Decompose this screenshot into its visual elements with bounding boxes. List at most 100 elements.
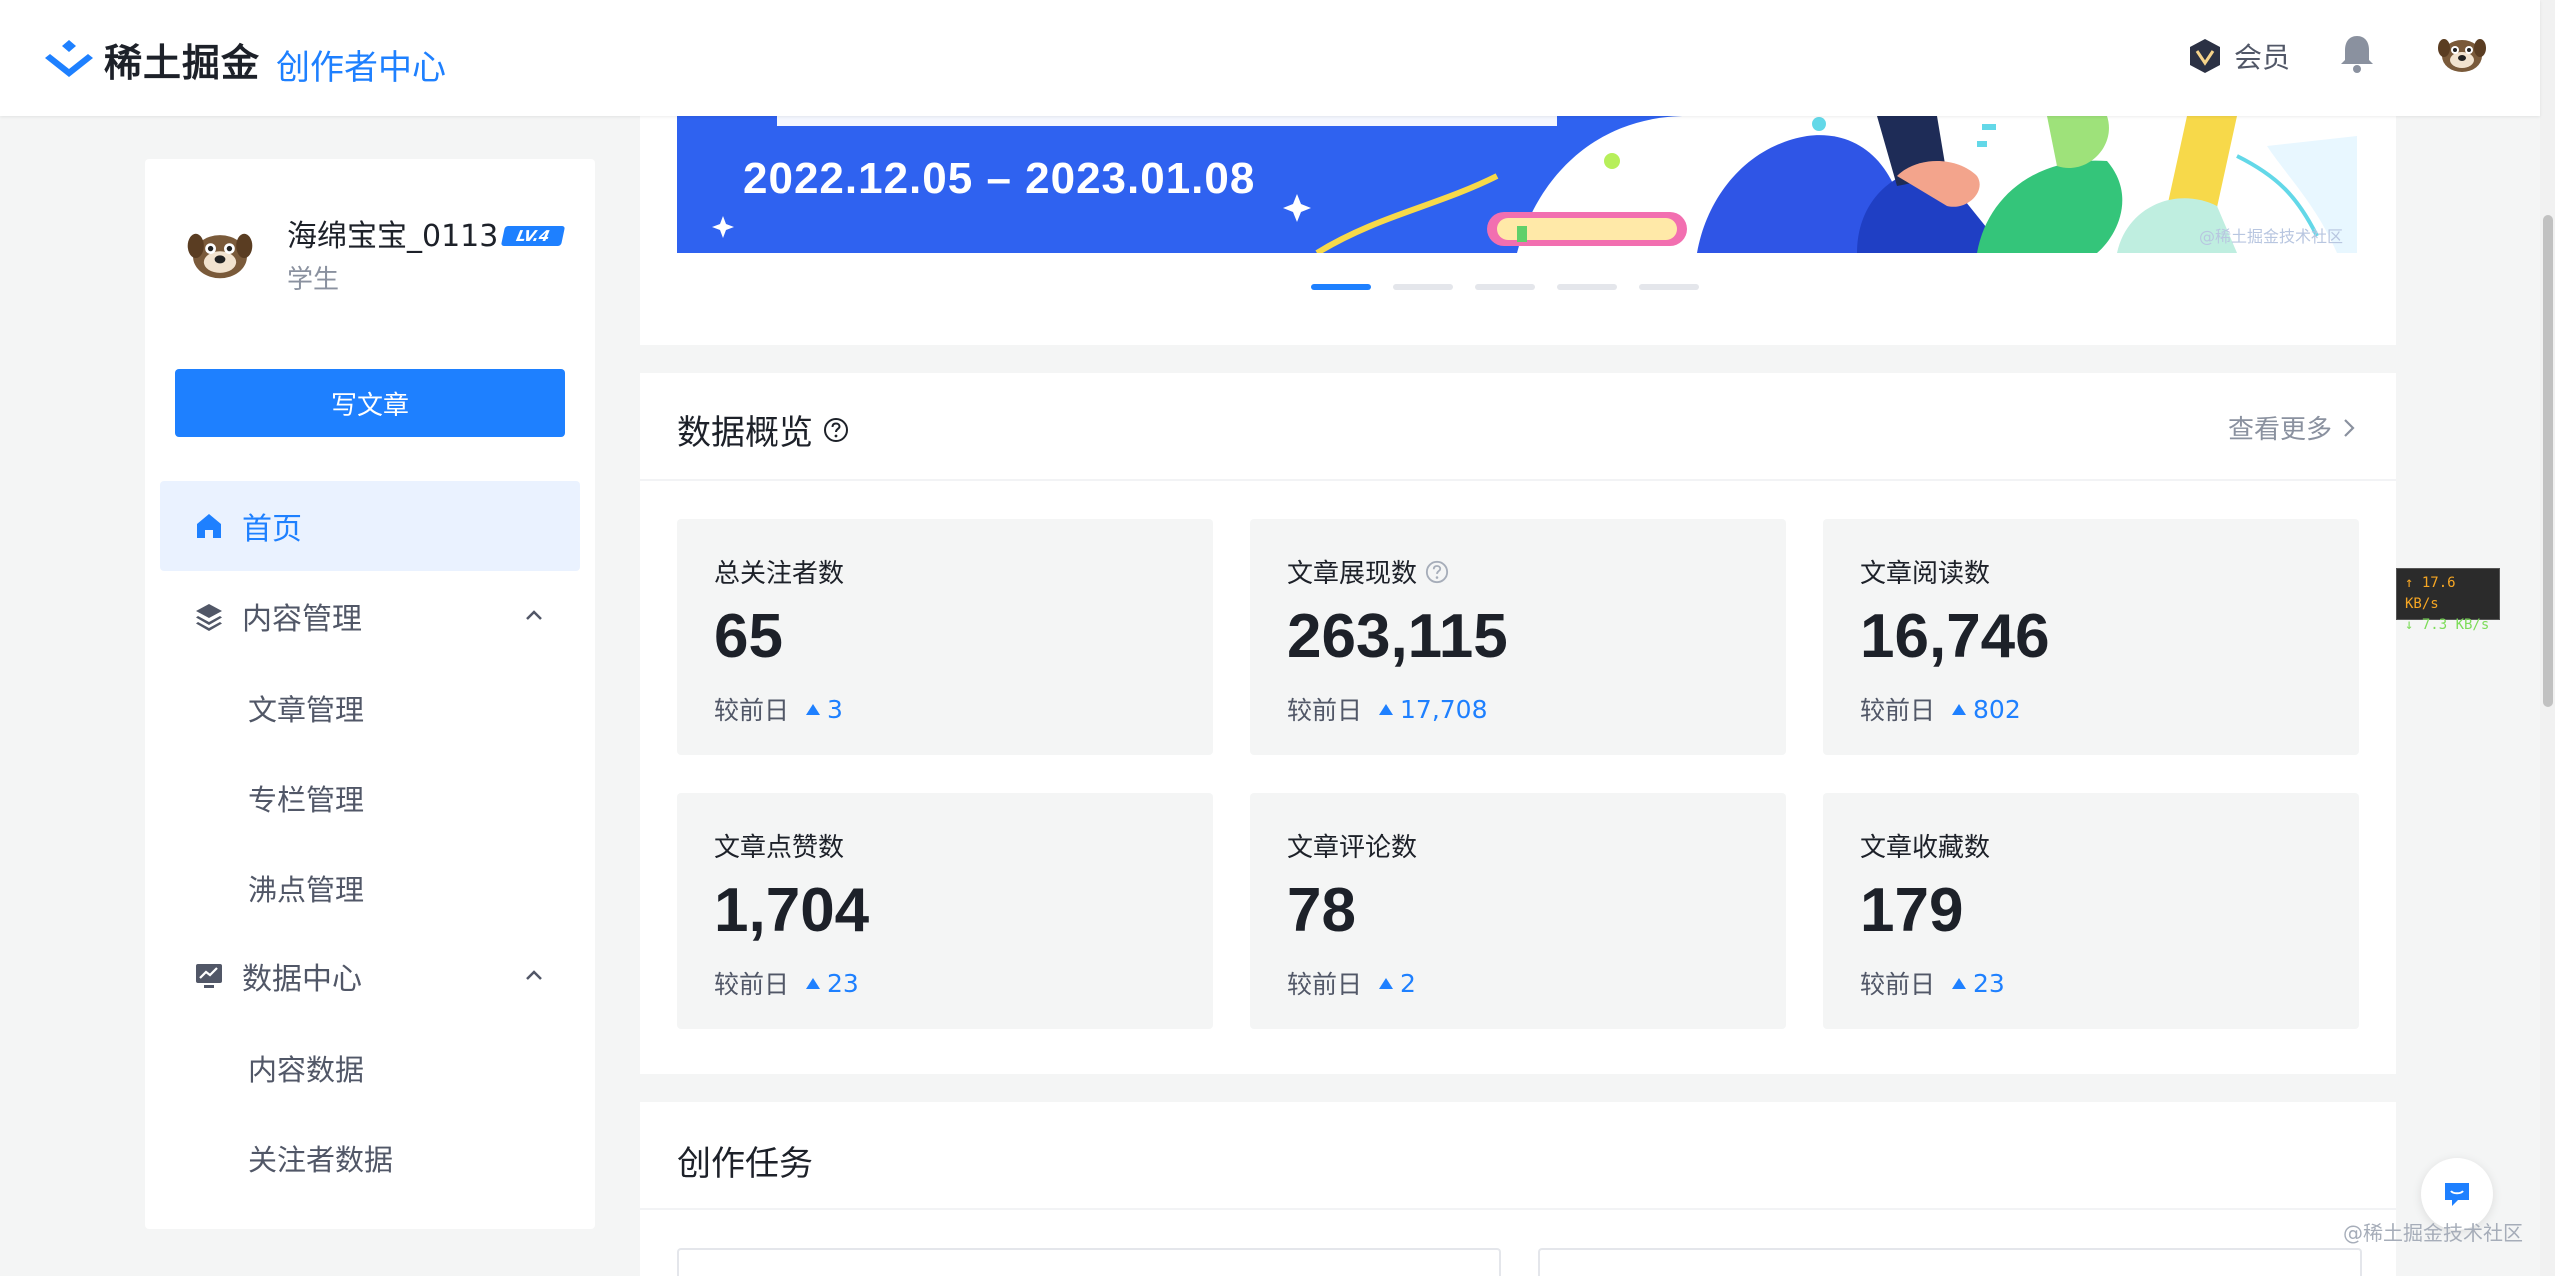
nav-content-data[interactable]: 内容数据: [248, 1047, 364, 1089]
delta-up: 2: [1378, 969, 1416, 998]
delta-value: 3: [827, 694, 843, 724]
task-panel[interactable]: [677, 1248, 1501, 1276]
stat-label-text: 文章阅读数: [1860, 559, 1991, 589]
compare-label: 较前日: [714, 970, 790, 999]
nav-home[interactable]: 首页: [160, 481, 580, 571]
view-more-link[interactable]: 查看更多: [2228, 409, 2356, 446]
data-overview-card: 数据概览 查看更多 总关注者数 65 较前日 3 文章展现数 263,115 较…: [640, 373, 2396, 1074]
profile-role: 学生: [287, 265, 340, 295]
stat-article-likes[interactable]: 文章点赞数 1,704 较前日 23: [677, 793, 1213, 1029]
nav-follower-data[interactable]: 关注者数据: [248, 1137, 393, 1179]
chevron-up-icon[interactable]: [520, 961, 548, 989]
level-badge: LV.4: [500, 226, 566, 246]
nav-column-management[interactable]: 专栏管理: [248, 777, 364, 819]
delta-up: 17,708: [1378, 694, 1488, 724]
triangle-up-icon: [1379, 977, 1394, 989]
banner-date-range: 2022.12.05 – 2023.01.08: [743, 154, 1256, 203]
nav-data-center[interactable]: 数据中心: [160, 931, 580, 1021]
triangle-up-icon: [806, 977, 821, 989]
vip-entry[interactable]: 会员: [2186, 36, 2290, 76]
carousel-dot[interactable]: [1311, 284, 1371, 290]
nav-article-management[interactable]: 文章管理: [248, 687, 364, 729]
stat-article-favorites[interactable]: 文章收藏数 179 较前日 23: [1823, 793, 2359, 1029]
creator-center-title[interactable]: 创作者中心: [276, 40, 446, 89]
creation-tasks-card: 创作任务: [640, 1102, 2396, 1276]
delta-value: 802: [1973, 694, 2021, 724]
triangle-up-icon: [806, 703, 821, 715]
carousel-dot[interactable]: [1639, 284, 1699, 290]
stat-article-views[interactable]: 文章展现数 263,115 较前日 17,708: [1250, 519, 1786, 755]
delta-value: 2: [1400, 968, 1416, 998]
banner-card: 2022.12.05 – 2023.01.08 @稀土掘金技术社区: [640, 116, 2396, 345]
delta-value: 23: [1973, 968, 2005, 998]
brand-name: 稀土掘金: [104, 41, 261, 85]
nav-content-management[interactable]: 内容管理: [160, 571, 580, 661]
task-panel[interactable]: [1538, 1248, 2362, 1276]
stat-label-text: 文章收藏数: [1860, 833, 1991, 863]
creation-tasks-title: 创作任务: [677, 1144, 813, 1184]
upload-speed: ↑ 17.6 KB/s: [2405, 575, 2456, 612]
stat-label: 文章收藏数: [1860, 827, 1990, 864]
stat-value: 16,746: [1860, 602, 2050, 671]
chat-icon: [2445, 1183, 2469, 1206]
stat-value: 65: [714, 602, 783, 671]
bell-icon: [2341, 36, 2373, 73]
delta-up: 23: [1951, 969, 2005, 998]
stat-label: 总关注者数: [714, 553, 844, 590]
user-avatar[interactable]: [2436, 28, 2488, 80]
juejin-logo-icon: [45, 39, 93, 77]
juejin-logo[interactable]: 稀土掘金: [42, 32, 260, 87]
delta-up: 23: [805, 969, 859, 998]
nav-pin-management[interactable]: 沸点管理: [248, 867, 364, 909]
help-icon[interactable]: [1425, 560, 1449, 584]
carousel-dot[interactable]: [1475, 284, 1535, 290]
banner-watermark: @稀土掘金技术社区: [2198, 227, 2343, 246]
carousel-indicators: [1311, 284, 1699, 290]
help-icon[interactable]: [823, 417, 849, 443]
carousel-dot[interactable]: [1557, 284, 1617, 290]
write-article-button[interactable]: 写文章: [175, 369, 565, 437]
download-speed: ↓ 7.3 KB/s: [2405, 617, 2490, 633]
stat-delta: 较前日 802: [1860, 691, 2021, 727]
chevron-up-icon[interactable]: [520, 601, 548, 629]
page-watermark: @稀土掘金技术社区: [2343, 1221, 2523, 1245]
avatar-icon: [2438, 39, 2486, 72]
network-speed-widget: ↑ 17.6 KB/s ↓ 7.3 KB/s: [2396, 568, 2500, 633]
data-overview-header: 数据概览: [677, 405, 849, 454]
stat-delta: 较前日 2: [1287, 965, 1416, 1001]
stat-label-text: 文章点赞数: [714, 833, 845, 863]
stat-article-comments[interactable]: 文章评论数 78 较前日 2: [1250, 793, 1786, 1029]
stat-delta: 较前日 23: [1860, 965, 2005, 1001]
compare-label: 较前日: [714, 696, 790, 725]
stat-value: 78: [1287, 876, 1356, 945]
scrollbar-thumb[interactable]: [2543, 215, 2553, 707]
top-header: 稀土掘金 创作者中心 会员: [0, 0, 2540, 116]
nav-content-label: 内容管理: [242, 602, 362, 637]
layers-icon: [196, 604, 222, 631]
notification-bell[interactable]: [2338, 32, 2376, 78]
sidebar: 海绵宝宝_0113 LV.4 学生 写文章 首页 内容管理 文章管理 专栏管理 …: [145, 159, 595, 1229]
delta-up: 3: [805, 695, 843, 724]
stat-label: 文章点赞数: [714, 827, 844, 864]
triangle-up-icon: [1379, 703, 1394, 715]
profile-avatar[interactable]: [185, 219, 255, 289]
stat-delta: 较前日 17,708: [1287, 691, 1488, 727]
compare-label: 较前日: [1860, 970, 1936, 999]
compare-label: 较前日: [1860, 696, 1936, 725]
delta-value: 17,708: [1400, 694, 1488, 724]
stat-value: 1,704: [714, 876, 870, 945]
nav-data-label: 数据中心: [242, 962, 362, 997]
stat-followers[interactable]: 总关注者数 65 较前日 3: [677, 519, 1213, 755]
triangle-up-icon: [1952, 703, 1967, 715]
stat-label-text: 文章展现数: [1287, 559, 1418, 589]
delta-value: 23: [827, 968, 859, 998]
divider: [640, 1208, 2396, 1210]
profile-name[interactable]: 海绵宝宝_0113: [287, 211, 498, 255]
stat-article-reads[interactable]: 文章阅读数 16,746 较前日 802: [1823, 519, 2359, 755]
nav-home-label: 首页: [242, 512, 302, 547]
event-banner[interactable]: 2022.12.05 – 2023.01.08 @稀土掘金技术社区: [677, 116, 2357, 253]
compare-label: 较前日: [1287, 970, 1363, 999]
stat-delta: 较前日 3: [714, 691, 843, 727]
stat-label: 文章展现数: [1287, 553, 1449, 590]
carousel-dot[interactable]: [1393, 284, 1453, 290]
